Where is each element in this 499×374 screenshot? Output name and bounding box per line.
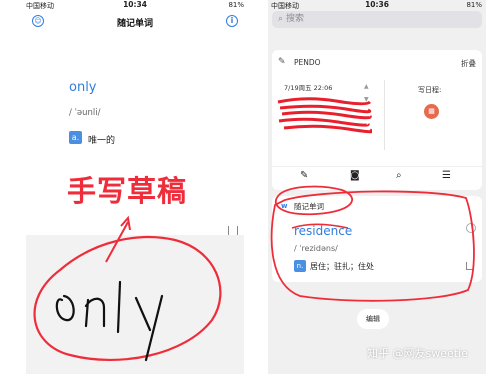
phonetic: / ˈəunli/ xyxy=(69,108,101,118)
widget-title: 随记单词 xyxy=(294,202,324,211)
circle-icon[interactable] xyxy=(466,223,476,233)
widget-toolbar: ✎ ◙ ⌕ ☰ xyxy=(272,166,482,184)
page-title: 随记单词 xyxy=(116,19,153,29)
meaning: 居住；驻扎；住处 xyxy=(310,262,374,271)
search-icon: ⌕ xyxy=(278,14,284,24)
nav-bar: ☺ 随记单词 i xyxy=(26,12,244,32)
camera-icon[interactable]: ◙ xyxy=(350,170,360,181)
status-bar: 中国移动 10:34 81% xyxy=(26,0,244,10)
divider xyxy=(384,80,385,150)
fold-button[interactable]: 折叠 xyxy=(461,58,476,69)
status-bar: 中国移动 10:36 81% xyxy=(268,0,486,10)
battery-label: 81% xyxy=(466,1,482,9)
word-widget: w 随记单词 residence / ˈrezidəns/ n. 居住；驻扎；住… xyxy=(272,196,482,282)
pendo-widget: ✎ PENDO 折叠 7/19周五 22:06 ▲ ▼ 写日程: ▦ ✎ ◙ ⌕… xyxy=(272,50,482,190)
edit-button[interactable]: 编辑 xyxy=(357,309,389,329)
search-icon[interactable]: ⌕ xyxy=(396,170,402,181)
search-placeholder: 搜索 xyxy=(286,14,305,24)
handwriting-canvas[interactable] xyxy=(26,235,244,374)
pos-badge: a. xyxy=(69,131,82,144)
pendo-logo-icon: ✎ xyxy=(278,57,286,67)
search-input[interactable]: ⌕ 搜索 xyxy=(272,11,482,28)
right-phone-screen: 中国移动 10:36 81% ⌕ 搜索 ✎ PENDO 折叠 7/19周五 22:… xyxy=(268,0,486,374)
calendar-icon[interactable]: ▦ xyxy=(424,104,439,119)
annotation-handwriting-draft: 手写草稿 xyxy=(67,174,188,208)
phonetic: / ˈrezidəns/ xyxy=(294,244,338,253)
clock: 10:36 xyxy=(365,0,389,9)
list-icon[interactable]: ☰ xyxy=(442,170,451,181)
screenshot-frame: 中国移动 10:34 81% ☺ 随记单词 i only / ˈəunli/ a… xyxy=(0,0,499,374)
date-label: 7/19周五 22:06 xyxy=(284,84,333,92)
widget-header: ✎ PENDO 折叠 xyxy=(272,56,482,70)
widget-app-name: PENDO xyxy=(294,58,321,67)
pos-badge: n. xyxy=(294,260,306,272)
clock: 10:34 xyxy=(123,0,147,9)
word-title: residence xyxy=(294,224,353,238)
meaning: 唯一的 xyxy=(88,136,116,146)
share-icon[interactable] xyxy=(466,262,474,270)
arrow-up-icon[interactable]: ▲ xyxy=(364,83,369,90)
redacted-scribble xyxy=(277,97,372,134)
word-title: only xyxy=(69,80,97,95)
widget-badge: w xyxy=(281,202,288,210)
watermark: 知乎 @网友sweetie xyxy=(367,347,468,360)
pencil-icon[interactable]: ✎ xyxy=(300,170,308,181)
battery-label: 81% xyxy=(228,1,244,9)
schedule-label: 写日程: xyxy=(418,86,442,94)
info-icon[interactable]: i xyxy=(226,15,238,27)
